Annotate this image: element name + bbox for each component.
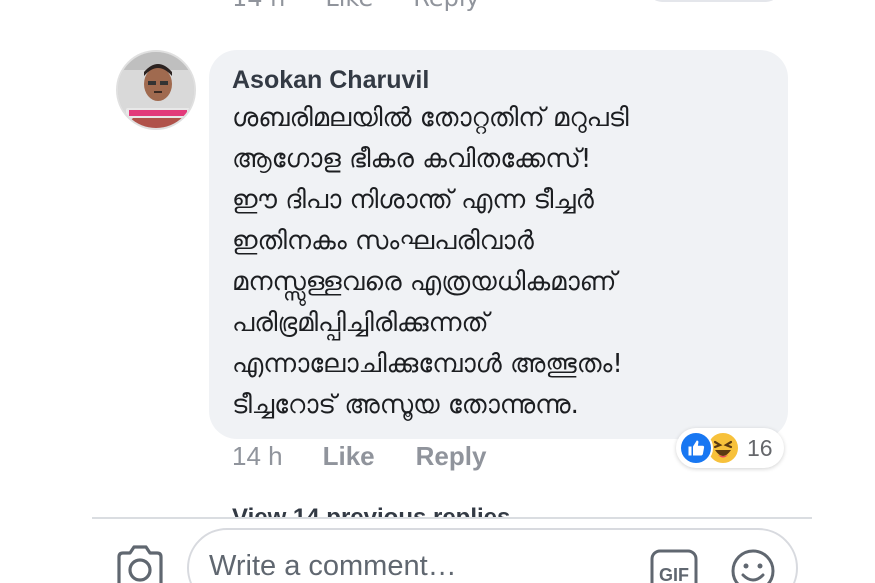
- reactions-summary[interactable]: 16: [676, 428, 784, 468]
- previous-comment-time: 14 h: [232, 0, 285, 12]
- previous-comment-reaction-pill[interactable]: [648, 0, 780, 2]
- avatar[interactable]: [116, 50, 196, 130]
- emoji-icon[interactable]: [730, 548, 776, 583]
- comment-bubble: Asokan Charuvil ശബരിമലയിൽ തോറ്റതിന് മറുപ…: [209, 50, 788, 439]
- comment-line: പരിഭ്രമിപ്പിച്ചിരിക്കുന്നത്: [232, 308, 489, 338]
- camera-icon[interactable]: [115, 545, 165, 583]
- like-button[interactable]: Like: [323, 441, 375, 472]
- comment-actions: 14 h Like Reply: [232, 441, 486, 472]
- comment-line: ഈ ദിപാ നിശാന്ത് എന്ന ടീച്ചർ: [232, 185, 594, 215]
- reaction-count: 16: [747, 434, 773, 461]
- comment-line: മനസ്സുള്ളവരെ എത്രയധികമാണ്: [232, 267, 617, 297]
- comment-author-name[interactable]: Asokan Charuvil: [232, 64, 764, 96]
- comment-line: ആഗോള ഭീകര കവിതക്കേസ്!: [232, 144, 592, 174]
- gif-label: GIF: [659, 565, 689, 583]
- profile-photo: [118, 52, 194, 128]
- previous-comment-actions: 14 h Like Reply: [232, 0, 480, 12]
- previous-comment-like-button[interactable]: Like: [325, 0, 373, 12]
- divider: [92, 517, 812, 519]
- gif-button[interactable]: GIF: [650, 549, 698, 583]
- comment-input[interactable]: [209, 550, 609, 583]
- comment-composer[interactable]: GIF: [187, 528, 798, 583]
- view-previous-replies-link[interactable]: View 14 previous replies: [232, 504, 510, 518]
- comment-text: ശബരിമലയിൽ തോറ്റതിന് മറുപടി ആഗോള ഭീകര കവി…: [232, 98, 764, 426]
- reply-button[interactable]: Reply: [416, 441, 487, 472]
- comment-timestamp[interactable]: 14 h: [232, 441, 283, 472]
- comment-line: ശബരിമലയിൽ തോറ്റതിന് മറുപടി: [232, 103, 629, 133]
- previous-comment-reply-button[interactable]: Reply: [413, 0, 479, 12]
- gif-icon: GIF: [650, 549, 698, 583]
- comment-line: ഇതിനകം സംഘപരിവാർ: [232, 226, 534, 256]
- comment-line: എന്നാലോചിക്കുമ്പോൾ അത്ഭുതം!: [232, 349, 623, 379]
- comment-line: ടീച്ചറോട് അസൂയ തോന്നുന്നു.: [232, 390, 579, 420]
- like-icon: [679, 431, 713, 465]
